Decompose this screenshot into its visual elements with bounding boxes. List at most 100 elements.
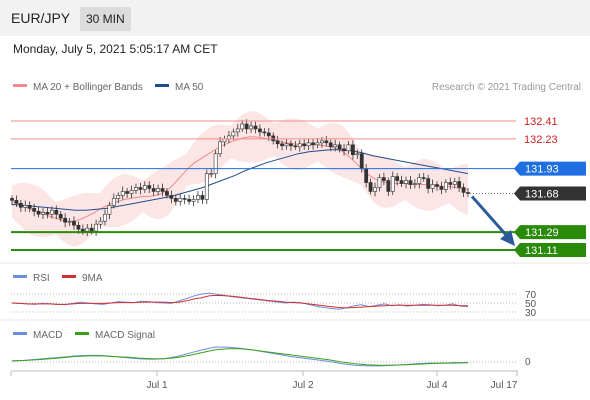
candle — [381, 177, 386, 181]
candle — [284, 143, 289, 147]
candle — [302, 143, 307, 147]
legend-rsi-label: RSI — [33, 273, 50, 284]
candle — [98, 220, 103, 225]
candle — [209, 173, 214, 175]
candle — [18, 203, 23, 208]
candle — [275, 140, 280, 145]
candle — [328, 142, 333, 148]
support-label: 131.29 — [525, 227, 559, 239]
candle — [426, 178, 431, 189]
candle — [395, 176, 400, 181]
legend-macd-signal-label: MACD Signal — [95, 330, 155, 341]
candle — [80, 228, 85, 232]
candle — [85, 227, 90, 232]
candle — [76, 224, 81, 230]
candle — [417, 177, 422, 184]
candle — [421, 177, 426, 179]
candle — [244, 123, 249, 130]
candle — [377, 177, 382, 188]
rsi-tick-30: 30 — [525, 308, 537, 319]
candle — [67, 220, 72, 223]
pivot-label: 131.93 — [525, 164, 559, 176]
candle — [235, 128, 240, 133]
candle — [399, 180, 404, 184]
candle — [196, 195, 200, 200]
candle — [333, 144, 338, 148]
candle — [297, 143, 302, 148]
candle — [160, 188, 165, 192]
candle — [14, 200, 19, 204]
candle — [311, 142, 315, 146]
legend-9ma-label: 9MA — [82, 273, 103, 284]
candle — [320, 140, 324, 144]
candle — [116, 195, 121, 199]
candle — [156, 188, 160, 192]
candle — [390, 176, 395, 192]
candle — [169, 195, 174, 199]
candle — [337, 144, 342, 150]
candle — [191, 199, 196, 202]
candle — [359, 153, 364, 169]
candle — [94, 223, 99, 232]
candle — [63, 217, 68, 223]
candle — [289, 143, 293, 147]
timestamp: Monday, July 5, 2021 5:05:17 AM CET — [13, 42, 218, 56]
candle — [142, 185, 147, 190]
candle — [355, 153, 360, 156]
candle — [408, 180, 413, 185]
candle — [240, 123, 245, 130]
candle — [293, 145, 298, 148]
candle — [461, 187, 466, 193]
legend-ma20-label: MA 20 + Bollinger Bands — [33, 82, 143, 93]
candle — [58, 213, 63, 219]
candle — [54, 210, 59, 215]
legend-rsi-swatch — [13, 275, 27, 278]
candle — [129, 190, 134, 194]
candle — [364, 168, 369, 183]
x-tick-jul-1: Jul 1 — [146, 380, 168, 391]
legend-ma50-swatch — [155, 84, 169, 87]
candle — [200, 195, 205, 200]
candle — [10, 198, 14, 201]
candle — [435, 184, 439, 187]
candle — [231, 131, 236, 137]
resistance-label: 132.23 — [524, 134, 558, 146]
candle — [151, 188, 156, 192]
candle — [350, 144, 355, 156]
candle — [187, 199, 191, 202]
candle — [315, 142, 320, 146]
candle — [280, 143, 284, 147]
candle — [457, 181, 462, 188]
candle — [138, 187, 143, 190]
legend-9ma-swatch — [62, 275, 76, 278]
support-label: 131.11 — [525, 245, 558, 257]
candle — [45, 211, 50, 215]
legend-ma20-swatch — [13, 84, 27, 87]
candle — [266, 132, 271, 137]
candle — [262, 131, 267, 134]
candle — [342, 148, 346, 152]
candle — [324, 140, 329, 144]
candle — [89, 227, 94, 232]
candle — [103, 213, 107, 222]
last-label: 131.68 — [525, 188, 559, 200]
x-tick-jul-4: Jul 4 — [426, 380, 448, 391]
candle — [134, 187, 138, 191]
legend-macd-swatch — [13, 332, 27, 335]
chart-area[interactable]: Monday, July 5, 2021 5:05:17 AM CET MA 2… — [0, 0, 590, 400]
candle — [165, 191, 169, 196]
candle — [386, 180, 391, 192]
candle — [213, 153, 218, 174]
source-credit: Research © 2021 Trading Central — [432, 82, 581, 93]
candle — [452, 181, 457, 185]
candle — [430, 184, 435, 189]
chart-window: EUR/JPY 30 MIN Monday, July 5, 2021 5:05… — [0, 0, 590, 400]
candle — [368, 182, 373, 192]
candle — [306, 142, 311, 147]
candle — [346, 144, 351, 152]
candle — [443, 182, 448, 190]
candle — [23, 205, 28, 208]
candle — [27, 205, 32, 209]
legend-ma50-label: MA 50 — [175, 82, 204, 93]
candle — [439, 186, 444, 190]
